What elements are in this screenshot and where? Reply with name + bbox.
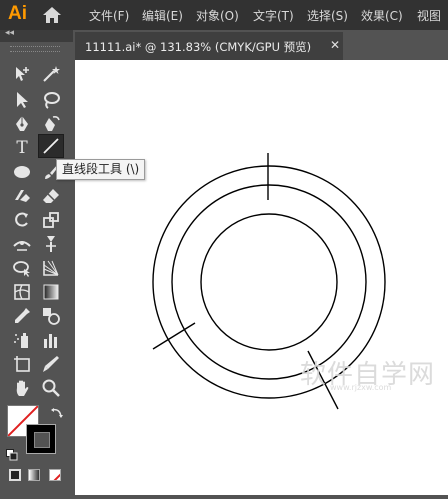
menu-bar: Ai 文件(F) 编辑(E) 对象(O) 文字(T) 选择(S) 效果(C) 视… (0, 0, 448, 30)
stroke-swatch-inner (34, 432, 50, 448)
ellipse-tool-icon[interactable] (9, 160, 35, 184)
document-title: 11111.ai* @ 131.83% (CMYK/GPU 预览) (85, 40, 312, 54)
type-tool-glyph: T (16, 138, 28, 158)
gradient-mode-button[interactable] (28, 469, 40, 481)
artboard-tool-icon[interactable] (9, 62, 35, 86)
lasso-icon[interactable] (38, 88, 64, 112)
zoom-tool-icon[interactable] (38, 376, 64, 400)
menu-object[interactable]: 对象(O) (196, 7, 239, 24)
symbol-sprayer-icon[interactable] (9, 328, 35, 352)
color-mode-button[interactable] (9, 469, 21, 481)
panel-grip[interactable] (10, 46, 60, 52)
curvature-tool-icon[interactable] (38, 112, 64, 136)
stroke-swatch[interactable] (26, 424, 56, 454)
toolbar-header: ◂◂ (0, 28, 73, 42)
gradient-tool-icon[interactable] (38, 280, 64, 304)
puppet-warp-icon[interactable] (38, 232, 64, 256)
slice-tool-icon[interactable] (38, 352, 64, 376)
direct-selection-icon[interactable] (9, 88, 35, 112)
perspective-grid-icon[interactable] (38, 256, 64, 280)
eraser-icon[interactable] (38, 184, 64, 208)
menu-type[interactable]: 文字(T) (253, 7, 294, 24)
watermark-url: www.rjzxw.com (330, 383, 392, 392)
magic-wand-icon[interactable] (38, 62, 64, 86)
column-graph-icon[interactable] (38, 328, 64, 352)
document-tab-bar: 11111.ai* @ 131.83% (CMYK/GPU 预览) ✕ (73, 30, 448, 60)
pen-tool-icon[interactable] (9, 112, 35, 136)
free-transform-icon[interactable] (9, 256, 35, 280)
close-tab-icon[interactable]: ✕ (330, 38, 340, 52)
mesh-tool-icon[interactable] (9, 280, 35, 304)
none-slash-icon (53, 473, 60, 480)
artboard-icon[interactable] (9, 352, 35, 376)
tools-panel: T (0, 42, 73, 495)
app-logo: Ai (8, 3, 27, 24)
collapse-panel-button[interactable]: ◂◂ (5, 28, 14, 38)
swap-fill-stroke-icon[interactable] (50, 405, 64, 419)
type-tool-icon[interactable]: T (9, 136, 35, 160)
artboard-canvas[interactable] (75, 60, 448, 495)
artwork (152, 153, 386, 410)
line-segment-tool-icon[interactable] (38, 134, 64, 158)
menu-select[interactable]: 选择(S) (307, 7, 348, 24)
menu-view[interactable]: 视图 (417, 7, 441, 24)
home-icon[interactable] (42, 6, 62, 24)
default-colors-icon[interactable] (6, 446, 18, 461)
none-mode-button[interactable] (49, 469, 61, 481)
shaper-tool-icon[interactable] (9, 184, 35, 208)
document-tab[interactable]: 11111.ai* @ 131.83% (CMYK/GPU 预览) ✕ (75, 32, 343, 60)
menu-file[interactable]: 文件(F) (89, 7, 129, 24)
tool-tooltip: 直线段工具 (\) (56, 159, 146, 180)
inner-circle[interactable] (200, 213, 338, 351)
width-tool-icon[interactable] (9, 232, 35, 256)
scale-tool-icon[interactable] (38, 208, 64, 232)
rotate-tool-icon[interactable] (9, 208, 35, 232)
menu-edit[interactable]: 编辑(E) (142, 7, 183, 24)
hand-tool-icon[interactable] (9, 376, 35, 400)
menu-effect[interactable]: 效果(C) (361, 7, 403, 24)
eyedropper-icon[interactable] (9, 304, 35, 328)
blend-tool-icon[interactable] (38, 304, 64, 328)
